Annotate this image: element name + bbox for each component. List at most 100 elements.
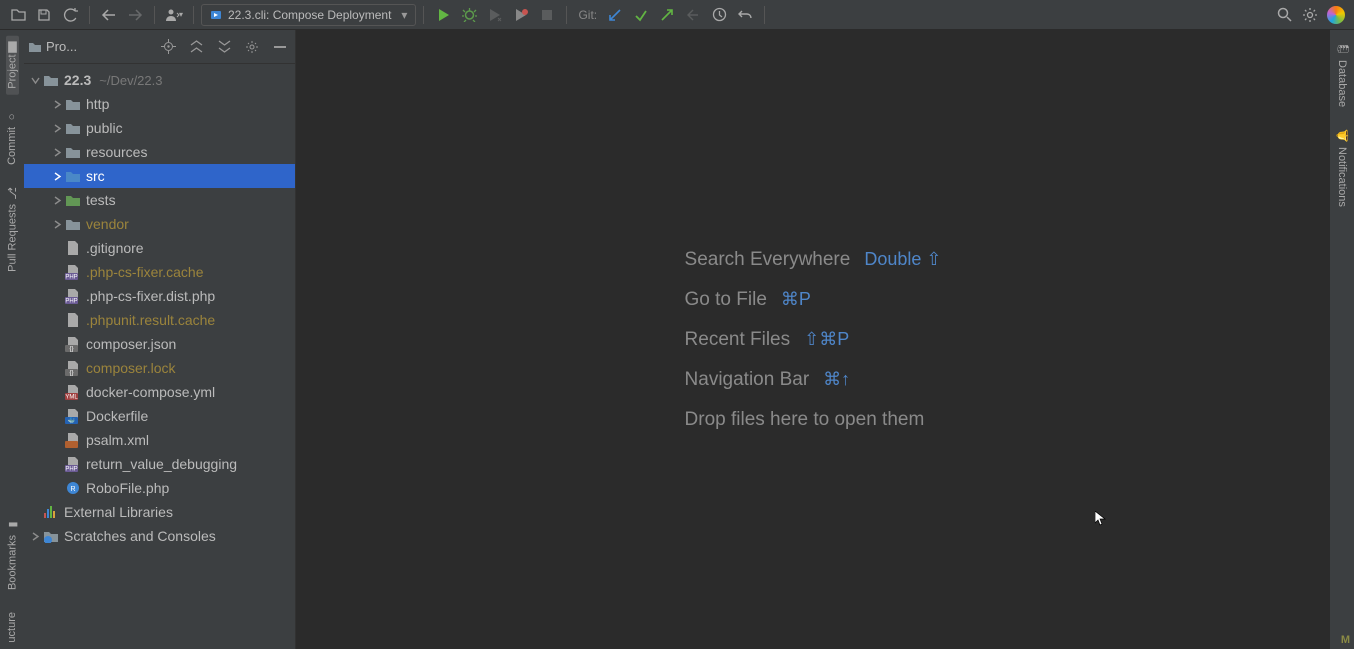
stop-icon[interactable]	[535, 3, 559, 27]
collapse-all-icon[interactable]	[213, 36, 235, 58]
run-config-label: 22.3.cli: Compose Deployment	[228, 8, 391, 22]
jetbrains-logo-icon[interactable]	[1324, 3, 1348, 27]
bookmark-icon: ▮	[6, 518, 19, 531]
svg-text:{}: {}	[69, 371, 73, 377]
sync-icon[interactable]	[58, 3, 82, 27]
search-icon[interactable]	[1272, 3, 1296, 27]
file-icon: PHP	[64, 263, 82, 281]
rail-notifications[interactable]: 🔔 Notifications	[1336, 123, 1349, 212]
editor-empty-area[interactable]: Search Everywhere Double ⇧ Go to File ⌘P…	[296, 30, 1330, 649]
git-update-icon[interactable]	[603, 3, 627, 27]
hint-navigation-bar: Navigation Bar ⌘↑	[685, 369, 942, 391]
expand-all-icon[interactable]	[185, 36, 207, 58]
tree-item-name: docker-compose.yml	[86, 384, 215, 400]
tree-item-name: resources	[86, 144, 147, 160]
folder-icon: ▇	[8, 40, 16, 53]
tree-item-name: psalm.xml	[86, 432, 149, 448]
blank	[50, 284, 64, 308]
rail-project[interactable]: Project ▇	[6, 36, 19, 95]
chevron-icon	[50, 164, 64, 188]
panel-settings-icon[interactable]	[241, 36, 263, 58]
code-with-me-icon[interactable]: ▾	[162, 3, 186, 27]
git-push-icon[interactable]	[655, 3, 679, 27]
tree-row[interactable]: {} composer.json	[24, 332, 295, 356]
tree-row[interactable]: http	[24, 92, 295, 116]
tree-row[interactable]: External Libraries	[24, 500, 295, 524]
chevron-icon	[50, 188, 64, 212]
tree-row[interactable]: .phpunit.result.cache	[24, 308, 295, 332]
tree-row[interactable]: src	[24, 164, 295, 188]
tree-row[interactable]: PHP.php-cs-fixer.cache	[24, 260, 295, 284]
tree-row[interactable]: public	[24, 116, 295, 140]
tree-row[interactable]: vendor	[24, 212, 295, 236]
svg-text:PHP: PHP	[65, 275, 77, 281]
debug-icon[interactable]	[457, 3, 481, 27]
rail-pull-requests[interactable]: Pull Requests ⎇	[6, 181, 19, 278]
locate-icon[interactable]	[157, 36, 179, 58]
git-rollback-icon[interactable]	[681, 3, 705, 27]
svg-text:PHP: PHP	[65, 299, 77, 305]
git-history-icon[interactable]	[707, 3, 731, 27]
file-icon	[42, 527, 60, 545]
svg-text:🐳: 🐳	[68, 417, 76, 425]
left-tool-rail: Project ▇ Commit ○ Pull Requests ⎇ Bookm…	[0, 30, 24, 649]
tree-item-name: public	[86, 120, 123, 136]
tree-row[interactable]: {}composer.lock	[24, 356, 295, 380]
undo-icon[interactable]	[733, 3, 757, 27]
bell-icon: 🔔	[1335, 129, 1348, 142]
file-icon: PHP	[64, 287, 82, 305]
settings-icon[interactable]	[1298, 3, 1322, 27]
project-panel: Pro... 22.3~/Dev/22.3http public resources…	[24, 30, 296, 649]
rail-bookmarks[interactable]: Bookmarks ▮	[6, 512, 19, 596]
tree-item-name: composer.json	[86, 336, 176, 352]
tree-item-name: RoboFile.php	[86, 480, 169, 496]
forward-icon[interactable]	[123, 3, 147, 27]
tree-item-name: .phpunit.result.cache	[86, 312, 215, 328]
hide-panel-icon[interactable]	[269, 36, 291, 58]
blank	[28, 500, 42, 524]
pull-request-icon: ⎇	[6, 187, 19, 200]
file-icon	[64, 215, 82, 233]
tree-item-name: vendor	[86, 216, 129, 232]
file-icon	[64, 143, 82, 161]
tree-row[interactable]: PHP .php-cs-fixer.dist.php	[24, 284, 295, 308]
tree-row[interactable]: Scratches and Consoles	[24, 524, 295, 548]
file-icon: {}	[64, 335, 82, 353]
tree-row[interactable]: .gitignore	[24, 236, 295, 260]
save-all-icon[interactable]	[32, 3, 56, 27]
git-commit-icon[interactable]	[629, 3, 653, 27]
project-panel-header: Pro...	[24, 30, 295, 64]
blank	[50, 308, 64, 332]
chevron-icon	[50, 212, 64, 236]
tree-row[interactable]: PHPreturn_value_debugging	[24, 452, 295, 476]
tree-row[interactable]: RRoboFile.php	[24, 476, 295, 500]
run-icon[interactable]	[431, 3, 455, 27]
tree-row[interactable]: psalm.xml	[24, 428, 295, 452]
file-icon: PHP	[64, 455, 82, 473]
hint-recent-files: Recent Files ⇧⌘P	[685, 329, 942, 351]
tree-item-name: External Libraries	[64, 504, 173, 520]
rail-database[interactable]: 🛢 Database	[1336, 36, 1349, 113]
chevron-icon	[28, 524, 42, 548]
hint-go-to-file: Go to File ⌘P	[685, 289, 942, 311]
run-config-selector[interactable]: 22.3.cli: Compose Deployment ▾	[201, 4, 416, 26]
rail-structure[interactable]: ucture	[6, 606, 18, 649]
hint-search-everywhere: Search Everywhere Double ⇧	[685, 249, 942, 271]
tree-row[interactable]: tests	[24, 188, 295, 212]
rail-commit[interactable]: Commit ○	[6, 105, 18, 171]
coverage-icon[interactable]	[483, 3, 507, 27]
back-icon[interactable]	[97, 3, 121, 27]
open-icon[interactable]	[6, 3, 30, 27]
tree-row[interactable]: resources	[24, 140, 295, 164]
tree-row[interactable]: 🐳Dockerfile	[24, 404, 295, 428]
tree-item-name: .php-cs-fixer.dist.php	[86, 288, 215, 304]
file-icon: YML	[64, 383, 82, 401]
tree-item-path: ~/Dev/22.3	[99, 73, 162, 88]
profile-icon[interactable]	[509, 3, 533, 27]
blank	[50, 452, 64, 476]
svg-text:{}: {}	[69, 347, 73, 353]
tree-row[interactable]: YMLdocker-compose.yml	[24, 380, 295, 404]
project-tree[interactable]: 22.3~/Dev/22.3http public resources srctest…	[24, 64, 295, 649]
panel-title: Pro...	[46, 39, 77, 54]
tree-row[interactable]: 22.3~/Dev/22.3	[24, 68, 295, 92]
